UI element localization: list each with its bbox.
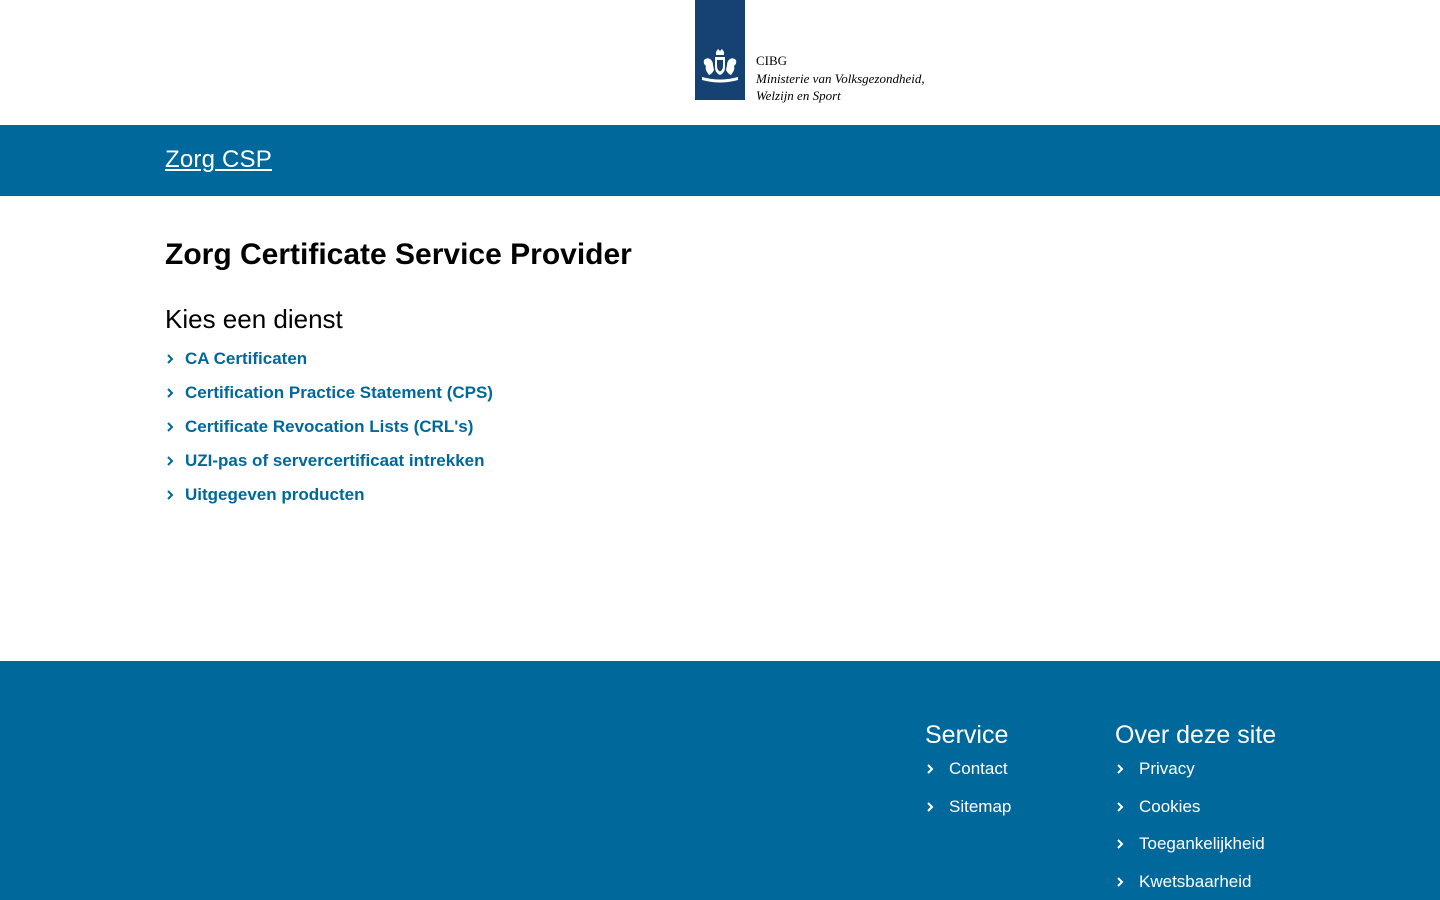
list-item: CA Certificaten	[165, 348, 1275, 382]
list-item: UZI-pas of servercertificaat intrekken	[165, 450, 1275, 484]
list-item: Privacy	[1115, 758, 1276, 796]
site-bar: Zorg CSP	[0, 125, 1440, 196]
logo-emblem	[695, 0, 745, 100]
footer-link-contact[interactable]: Contact	[949, 759, 1008, 778]
logo-ministry-line1: Ministerie van Volksgezondheid,	[756, 70, 925, 86]
list-item: Certificate Revocation Lists (CRL's)	[165, 416, 1275, 450]
site-name-link[interactable]: Zorg CSP	[165, 144, 272, 176]
footer: Service Contact Sitemap Over deze site P…	[0, 661, 1440, 900]
list-item: Sitemap	[925, 796, 1011, 834]
service-link-uitgegeven-producten[interactable]: Uitgegeven producten	[185, 485, 364, 504]
logo-ministry-line2: Welzijn en Sport	[756, 88, 841, 103]
list-item: Toegankelijkheid	[1115, 833, 1276, 871]
chevron-right-icon	[167, 422, 174, 432]
footer-link-privacy[interactable]: Privacy	[1139, 759, 1195, 778]
footer-about-column: Over deze site Privacy Cookies Toegankel…	[1115, 718, 1276, 900]
chevron-right-icon	[167, 456, 174, 466]
chevron-right-icon	[927, 801, 934, 812]
section-title: Kies een dienst	[165, 304, 343, 334]
list-item: Contact	[925, 758, 1011, 796]
page-title: Zorg Certificate Service Provider	[165, 238, 632, 271]
chevron-right-icon	[1117, 801, 1124, 812]
list-item: Certification Practice Statement (CPS)	[165, 382, 1275, 416]
footer-link-kwetsbaarheid[interactable]: Kwetsbaarheid	[1139, 872, 1251, 891]
service-link-intrekken[interactable]: UZI-pas of servercertificaat intrekken	[185, 451, 485, 470]
chevron-right-icon	[167, 354, 174, 364]
chevron-right-icon	[927, 764, 934, 774]
chevron-right-icon	[1117, 839, 1124, 849]
chevron-right-icon	[167, 490, 174, 500]
service-link-list: CA Certificaten Certification Practice S…	[165, 348, 1275, 518]
footer-service-column: Service Contact Sitemap	[925, 718, 1011, 833]
list-item: Uitgegeven producten	[165, 484, 1275, 518]
service-link-crl[interactable]: Certificate Revocation Lists (CRL's)	[185, 417, 473, 436]
service-link-ca-certificaten[interactable]: CA Certificaten	[185, 349, 307, 368]
list-item: Cookies	[1115, 796, 1276, 834]
royal-coat-of-arms-icon	[702, 49, 738, 83]
chevron-right-icon	[1117, 876, 1124, 887]
footer-service-list: Contact Sitemap	[925, 758, 1011, 833]
footer-about-title: Over deze site	[1115, 721, 1277, 749]
logo-organization: CIBG	[756, 53, 788, 68]
footer-about-list: Privacy Cookies Toegankelijkheid Kwetsba…	[1115, 758, 1276, 900]
footer-link-cookies[interactable]: Cookies	[1139, 797, 1200, 816]
logo-text: CIBG Ministerie van Volksgezondheid, Wel…	[756, 52, 925, 105]
chevron-right-icon	[1117, 764, 1124, 774]
footer-link-toegankelijkheid[interactable]: Toegankelijkheid	[1139, 834, 1265, 853]
list-item: Kwetsbaarheid	[1115, 871, 1276, 900]
header: CIBG Ministerie van Volksgezondheid, Wel…	[0, 0, 1440, 125]
service-link-cps[interactable]: Certification Practice Statement (CPS)	[185, 383, 493, 402]
chevron-right-icon	[167, 388, 174, 398]
footer-link-sitemap[interactable]: Sitemap	[949, 797, 1011, 816]
footer-service-title: Service	[925, 721, 1009, 749]
main-content: Zorg Certificate Service Provider Kies e…	[165, 236, 1275, 518]
